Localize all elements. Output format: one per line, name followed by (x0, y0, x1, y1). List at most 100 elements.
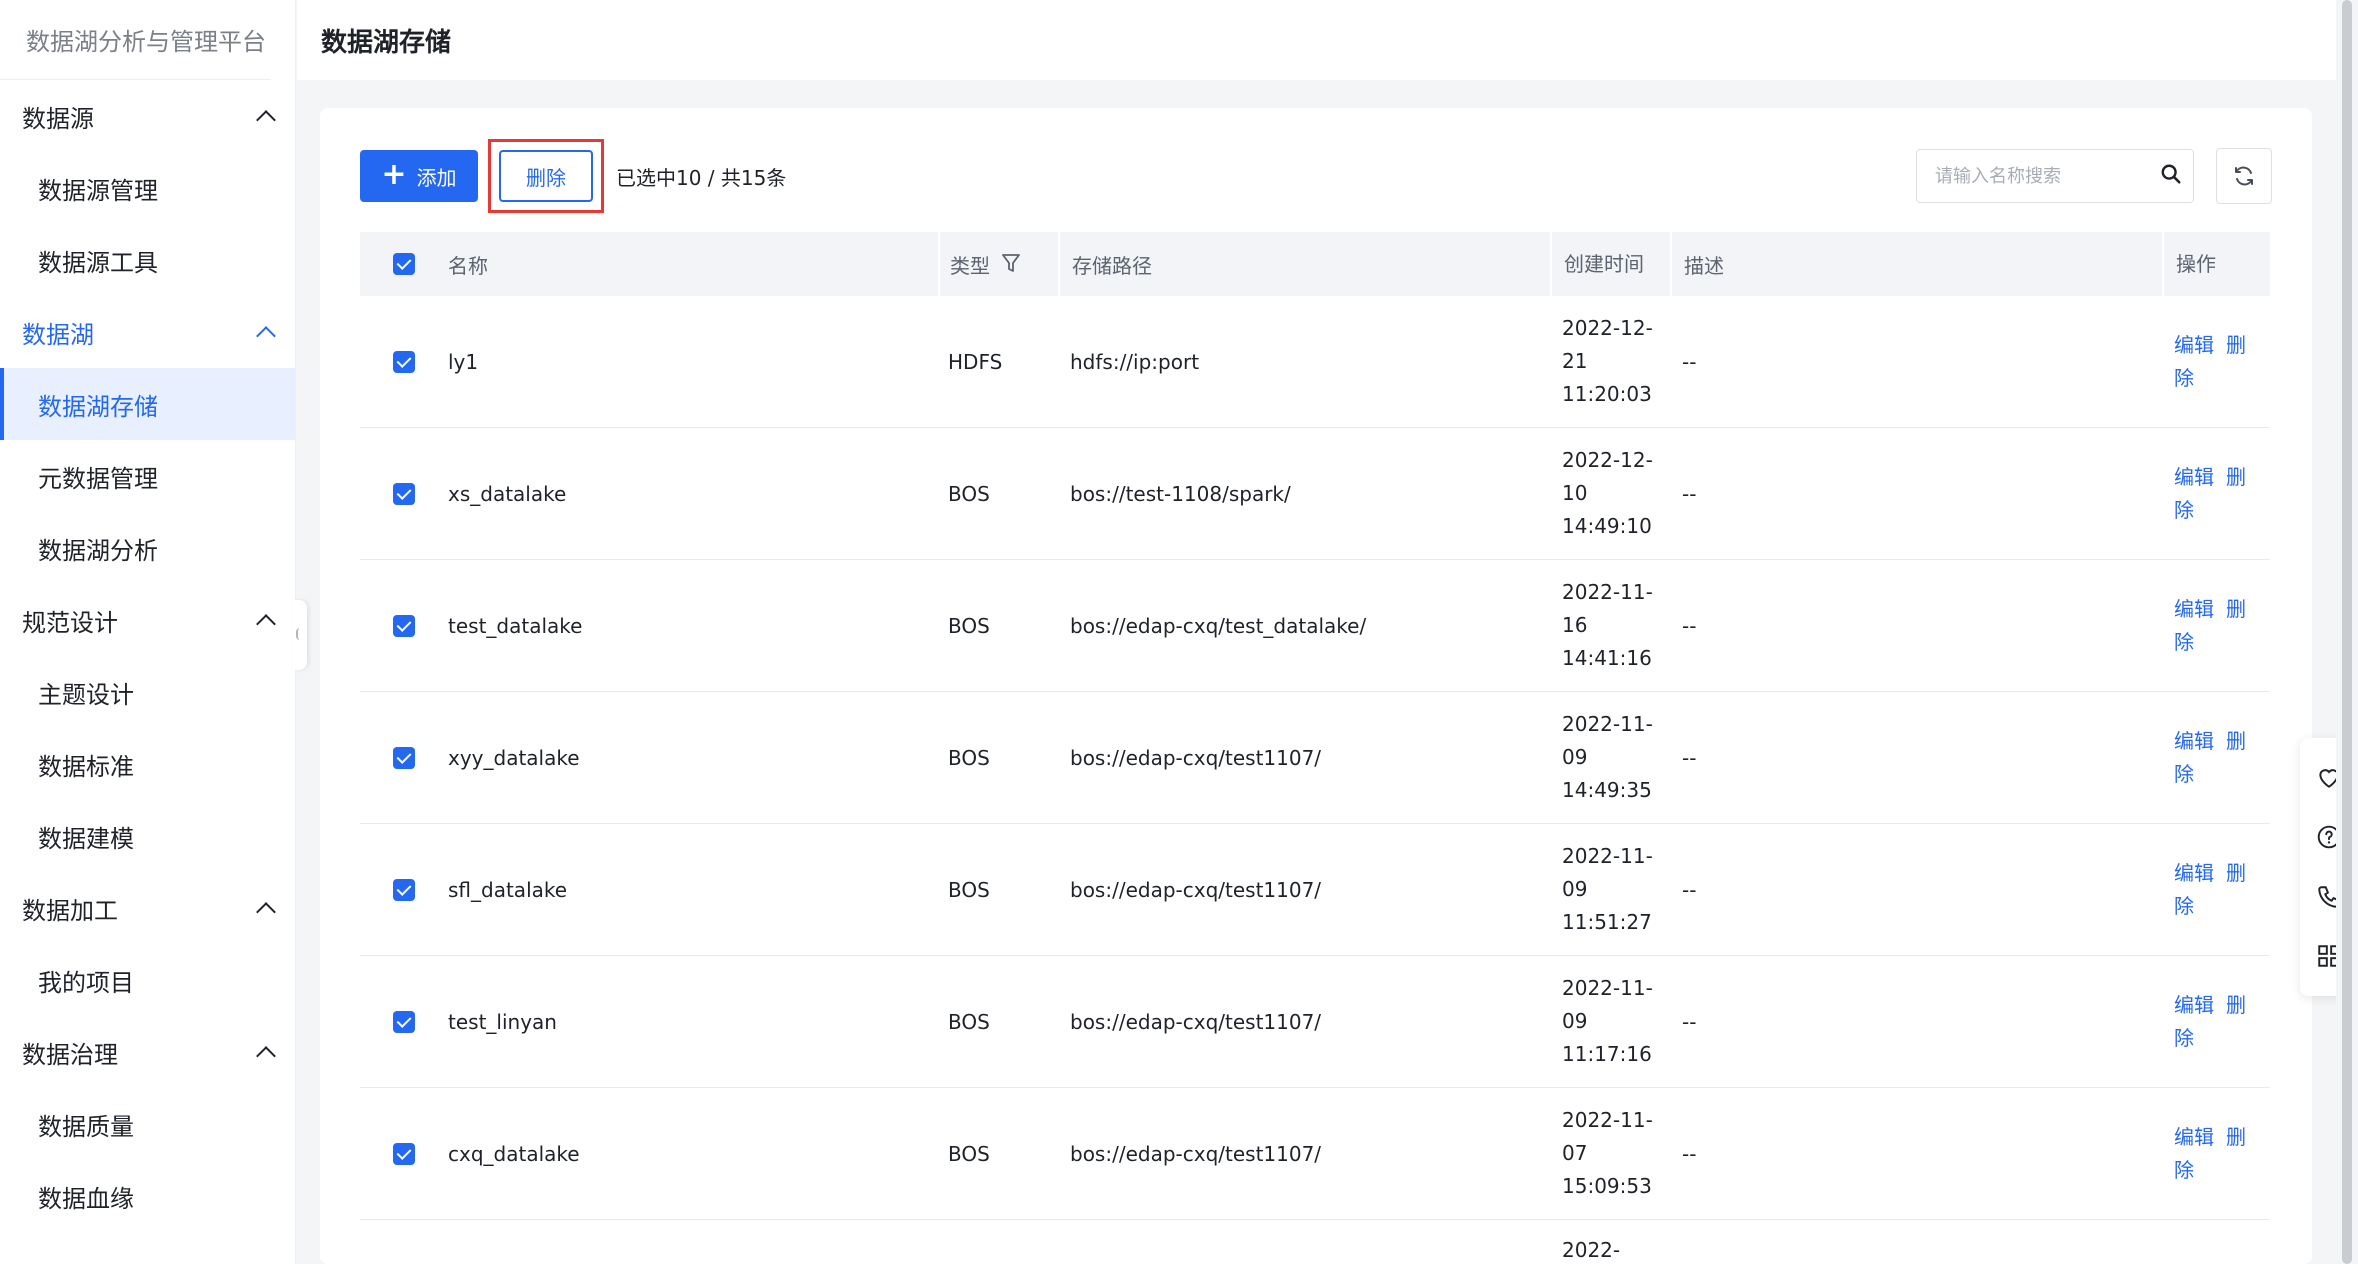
sidebar-item-my-projects[interactable]: 我的项目 (0, 944, 295, 1016)
page-title: 数据湖存储 (321, 27, 452, 58)
table-row: test_datalake BOS bos://edap-cxq/test_data… (360, 560, 2270, 692)
brand-title: 数据湖分析与管理平台 (0, 0, 271, 80)
sidebar-group-label: 数据加工 (22, 896, 118, 925)
cell-desc: -- (1682, 349, 1697, 374)
cell-time-line: 11:20:03 (1562, 382, 1652, 406)
cell-ops: 编辑 删除 (2162, 989, 2270, 1055)
sidebar-item-datasource-manage[interactable]: 数据源管理 (0, 152, 295, 224)
cell-type: BOS (948, 613, 990, 638)
row-checkbox[interactable] (393, 482, 415, 505)
cell-time-line: 16 (1562, 613, 1588, 637)
cell-name: xs_datalake (448, 481, 567, 506)
edit-link[interactable]: 编辑 (2174, 993, 2214, 1017)
row-checkbox[interactable] (393, 1010, 415, 1033)
sidebar-group-data-governance[interactable]: 数据治理 (0, 1016, 295, 1088)
cell-name: test_datalake (448, 613, 583, 638)
chevron-up-icon (256, 614, 276, 634)
sidebar-item-data-quality[interactable]: 数据质量 (0, 1088, 295, 1160)
row-checkbox[interactable] (393, 1142, 415, 1165)
sidebar-item-data-standard[interactable]: 数据标准 (0, 728, 295, 800)
cell-time: 2022-11- 09 11:17:16 (1550, 972, 1670, 1071)
cell-time-line: 15:09:53 (1562, 1174, 1652, 1198)
edit-link[interactable]: 编辑 (2174, 465, 2214, 489)
edit-link[interactable]: 编辑 (2174, 1125, 2214, 1149)
cell-name: test_linyan (448, 1009, 557, 1034)
column-header-name: 名称 (448, 253, 488, 278)
cell-type: HDFS (948, 349, 1003, 374)
cell-name: sfl_datalake (448, 877, 568, 902)
plus-icon: + (381, 156, 407, 192)
cell-path: bos://test-1108/spark/ (1070, 481, 1291, 506)
cell-ops: 编辑 删除 (2162, 1121, 2270, 1187)
cell-name: xyy_datalake (448, 745, 580, 770)
cell-time-line: 09 (1562, 877, 1588, 901)
delete-button[interactable]: 删除 (499, 150, 593, 202)
filter-icon[interactable] (1002, 254, 1020, 274)
cell-time-line: 11:17:16 (1562, 1042, 1652, 1066)
chevron-up-icon (256, 110, 276, 130)
sidebar-item-topic-design[interactable]: 主题设计 (0, 656, 295, 728)
cell-ops: 编辑 删除 (2162, 593, 2270, 659)
cell-type: BOS (948, 745, 990, 770)
sidebar-group-datasource[interactable]: 数据源 (0, 80, 295, 152)
cell-time-line: 2022-11- (1562, 580, 1653, 604)
scrollbar-thumb[interactable] (2342, 0, 2352, 1264)
sidebar-group-label: 规范设计 (22, 608, 118, 637)
sidebar-item-datasource-tools[interactable]: 数据源工具 (0, 224, 295, 296)
cell-time: 2022-11- 16 14:41:16 (1550, 576, 1670, 675)
cell-time-line: 2022-11- (1562, 712, 1653, 736)
cell-time-line: 21 (1562, 349, 1588, 373)
cell-time: 2022-12- 21 11:20:03 (1550, 312, 1670, 411)
cell-time-line: 2022-12- (1562, 316, 1653, 340)
sidebar-group-data-processing[interactable]: 数据加工 (0, 872, 295, 944)
edit-link[interactable]: 编辑 (2174, 333, 2214, 357)
cell-time-line: 2022-11- (1562, 844, 1653, 868)
cell-desc: -- (1682, 877, 1697, 902)
cell-desc: -- (1682, 481, 1697, 506)
cell-ops: 编辑 删除 (2162, 329, 2270, 395)
page-header: 数据湖存储 (297, 0, 2336, 80)
table-row: ly1 HDFS hdfs://ip:port 2022-12- 21 11:20:03 -… (360, 296, 2270, 428)
sidebar-item-data-lineage[interactable]: 数据血缘 (0, 1160, 295, 1232)
cell-ops: 编辑 删除 (2162, 461, 2270, 527)
cell-desc: -- (1682, 1009, 1697, 1034)
sidebar-item-datalake-storage[interactable]: 数据湖存储 (0, 368, 295, 440)
sidebar-item-datalake-analysis[interactable]: 数据湖分析 (0, 512, 295, 584)
add-button[interactable]: + 添加 (360, 150, 478, 202)
sidebar-collapse-handle[interactable] (293, 600, 307, 670)
column-header-type: 类型 (938, 232, 1058, 296)
table-row: xs_datalake BOS bos://test-1108/spark/2022… (360, 428, 2270, 560)
refresh-icon (2235, 166, 2253, 186)
edit-link[interactable]: 编辑 (2174, 729, 2214, 753)
cell-desc: -- (1682, 745, 1697, 770)
refresh-button[interactable] (2216, 148, 2272, 204)
edit-link[interactable]: 编辑 (2174, 597, 2214, 621)
toolbar: + 添加 删除 已选中10 / 共15条 (360, 139, 2272, 213)
search-input[interactable] (1935, 165, 2160, 187)
select-all-checkbox[interactable] (393, 253, 415, 275)
cell-time: 2022- (1562, 1238, 1621, 1262)
cell-type: BOS (948, 481, 990, 506)
row-checkbox[interactable] (393, 350, 415, 373)
cell-path: bos://edap-cxq/test1107/ (1070, 745, 1322, 770)
row-checkbox[interactable] (393, 746, 415, 769)
cell-ops: 编辑 删除 (2162, 725, 2270, 791)
column-header-desc: 描述 (1670, 232, 2162, 296)
sidebar-group-label: 数据湖 (22, 320, 94, 349)
cell-time: 2022-12- 10 14:49:10 (1550, 444, 1670, 543)
row-checkbox[interactable] (393, 614, 415, 637)
sidebar-item-metadata-manage[interactable]: 元数据管理 (0, 440, 295, 512)
sidebar-group-spec-design[interactable]: 规范设计 (0, 584, 295, 656)
chevron-up-icon (256, 326, 276, 346)
cell-path: bos://edap-cxq/test_datalake/ (1070, 613, 1367, 638)
table-row-partial: 2022- (360, 1220, 2270, 1262)
sidebar-group-datalake[interactable]: 数据湖 (0, 296, 295, 368)
table-row: sfl_datalake BOS bos://edap-cxq/test1107/2… (360, 824, 2270, 956)
edit-link[interactable]: 编辑 (2174, 861, 2214, 885)
column-header-type-label: 类型 (950, 253, 990, 278)
sidebar-item-data-modeling[interactable]: 数据建模 (0, 800, 295, 872)
search-box (1916, 149, 2194, 203)
search-icon[interactable] (2160, 163, 2182, 190)
row-checkbox[interactable] (393, 878, 415, 901)
scrollbar[interactable] (2336, 0, 2358, 1264)
